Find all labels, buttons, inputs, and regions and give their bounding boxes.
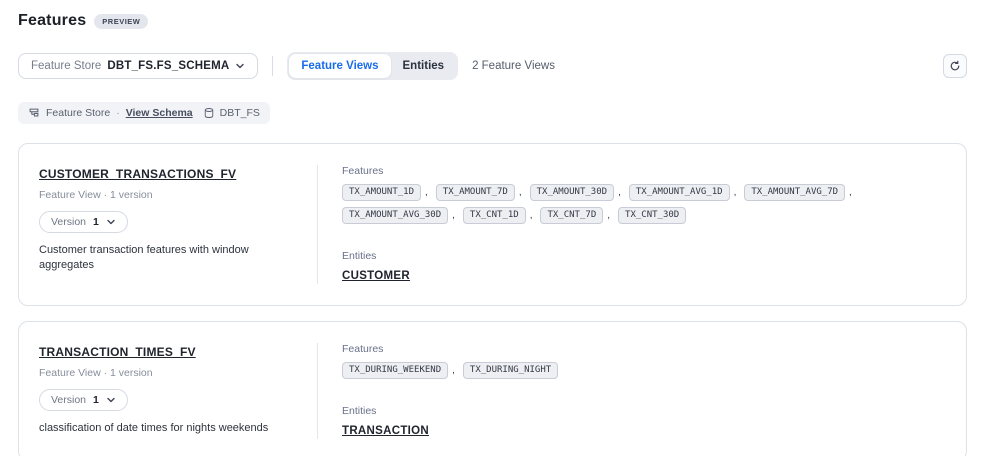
feature-chip: TX_DURING_WEEKEND [342,362,448,379]
feature-view-subtitle: Feature View · 1 version [39,189,299,201]
feature-views-count: 2 Feature Views [472,60,555,72]
refresh-icon [949,60,961,72]
tab-entities[interactable]: Entities [391,54,457,78]
features-section-label: Features [342,165,946,177]
feature-chip: TX_DURING_NIGHT [463,362,558,379]
version-label: Version [51,394,86,406]
version-dropdown[interactable]: Version 1 [39,211,128,233]
feature-store-icon [28,107,40,119]
entity-link-list: CUSTOMER [342,262,946,284]
page-header: Features PREVIEW [18,12,967,30]
chip-comma: , [425,187,428,198]
feature-view-card: CUSTOMER_TRANSACTIONS_FV Feature View · … [18,143,967,306]
chevron-down-icon [106,217,116,227]
feature-chip: TX_AMOUNT_30D [530,184,614,201]
entities-section: Entities TRANSACTION [342,405,946,439]
version-label: Version [51,216,86,228]
entity-link-list: TRANSACTION [342,417,946,439]
version-value: 1 [93,394,99,406]
chip-comma: , [452,365,455,376]
features-page: Features PREVIEW Feature Store DBT_FS.FS… [0,0,985,456]
card-summary: TRANSACTION_TIMES_FV Feature View · 1 ve… [39,343,317,439]
feature-chip-list: TX_DURING_WEEKEND, TX_DURING_NIGHT [342,362,942,379]
entity-link[interactable]: TRANSACTION [342,425,429,437]
version-value: 1 [93,216,99,228]
feature-view-subtitle: Feature View · 1 version [39,367,299,379]
breadcrumb: Feature Store · View Schema DBT_FS [18,102,270,124]
refresh-button[interactable] [943,54,967,78]
feature-view-cards: CUSTOMER_TRANSACTIONS_FV Feature View · … [18,143,967,456]
feature-chip: TX_AMOUNT_7D [436,184,515,201]
breadcrumb-separator: · [116,107,120,119]
preview-badge: PREVIEW [94,14,148,29]
feature-view-title-link[interactable]: TRANSACTION_TIMES_FV [39,345,196,359]
card-summary: CUSTOMER_TRANSACTIONS_FV Feature View · … [39,165,317,284]
feature-chip: TX_CNT_1D [463,207,526,224]
chevron-down-icon [235,61,245,71]
chip-comma: , [618,187,621,198]
chip-comma: , [849,187,852,198]
feature-view-card: TRANSACTION_TIMES_FV Feature View · 1 ve… [18,321,967,456]
chevron-down-icon [106,395,116,405]
chip-comma: , [530,210,533,221]
feature-chip: TX_CNT_7D [540,207,603,224]
toolbar: Feature Store DBT_FS.FS_SCHEMA Feature V… [18,52,967,80]
chip-comma: , [452,210,455,221]
breadcrumb-feature-store-label: Feature Store [46,107,110,119]
card-details: Features TX_DURING_WEEKEND, TX_DURING_NIG… [317,343,946,439]
feature-store-label: Feature Store [31,60,101,72]
feature-view-description: Customer transaction features with windo… [39,243,289,273]
tab-feature-views[interactable]: Feature Views [289,54,390,78]
feature-chip: TX_AMOUNT_AVG_1D [629,184,730,201]
entities-section-label: Entities [342,405,946,417]
chip-comma: , [607,210,610,221]
features-section-label: Features [342,343,946,355]
chip-comma: , [519,187,522,198]
database-icon [203,107,215,119]
breadcrumb-database: DBT_FS [203,107,260,119]
feature-chip: TX_AMOUNT_1D [342,184,421,201]
entities-section: Entities CUSTOMER [342,250,946,284]
view-schema-link[interactable]: View Schema [126,107,193,119]
feature-chip-list: TX_AMOUNT_1D, TX_AMOUNT_7D, TX_AMOUNT_30D,… [342,184,942,224]
card-details: Features TX_AMOUNT_1D,TX_AMOUNT_7D,TX_AM… [317,165,946,284]
feature-store-dropdown[interactable]: Feature Store DBT_FS.FS_SCHEMA [18,53,258,79]
page-title: Features [18,12,86,30]
feature-view-description: classification of date times for nights … [39,421,289,436]
feature-store-value: DBT_FS.FS_SCHEMA [107,60,229,72]
feature-chip: TX_AMOUNT_AVG_30D [342,207,448,224]
feature-chip: TX_CNT_30D [618,207,686,224]
entity-link[interactable]: CUSTOMER [342,270,410,282]
toolbar-divider [272,56,273,76]
chip-comma: , [734,187,737,198]
feature-view-title-link[interactable]: CUSTOMER_TRANSACTIONS_FV [39,167,236,181]
database-name: DBT_FS [220,107,260,119]
feature-chip: TX_AMOUNT_AVG_7D [744,184,845,201]
entities-section-label: Entities [342,250,946,262]
view-tabs: Feature ViewsEntities [287,52,458,80]
version-dropdown[interactable]: Version 1 [39,389,128,411]
